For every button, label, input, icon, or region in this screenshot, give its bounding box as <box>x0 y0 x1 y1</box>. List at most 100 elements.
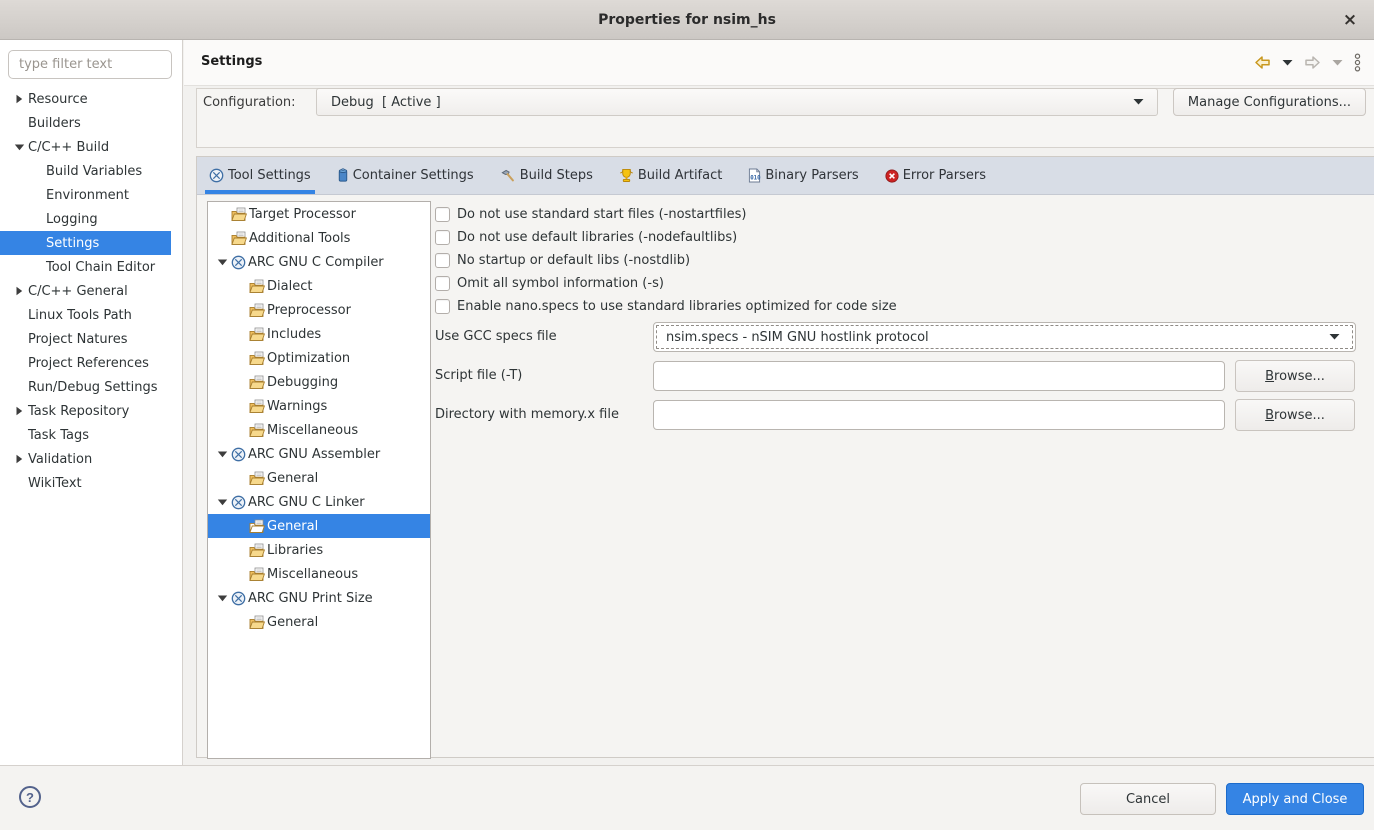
tool-tree-item-label: General <box>267 615 318 630</box>
tool-tree-item-additional-tools[interactable]: Additional Tools <box>208 226 430 250</box>
tool-tree-item-miscellaneous[interactable]: Miscellaneous <box>208 562 430 586</box>
sidebar-item-environment[interactable]: Environment <box>0 183 171 207</box>
configuration-select[interactable]: Debug [ Active ] <box>316 88 1158 116</box>
sidebar-item-validation[interactable]: Validation <box>0 447 171 471</box>
category-folder-icon <box>249 567 265 582</box>
sidebar-item-logging[interactable]: Logging <box>0 207 171 231</box>
expander-expanded-icon[interactable] <box>10 142 28 152</box>
category-folder-icon <box>249 519 265 534</box>
tool-settings-tree: Target ProcessorAdditional ToolsARC GNU … <box>207 201 431 759</box>
category-folder-icon <box>231 231 247 246</box>
tool-tree-item-libraries[interactable]: Libraries <box>208 538 430 562</box>
sidebar-item-project-natures[interactable]: Project Natures <box>0 327 171 351</box>
tab-tool-settings[interactable]: Tool Settings <box>209 157 311 194</box>
tool-tree-item-dialect[interactable]: Dialect <box>208 274 430 298</box>
sidebar-item-task-tags[interactable]: Task Tags <box>0 423 171 447</box>
manage-configurations-button[interactable]: Manage Configurations... <box>1173 88 1366 116</box>
memory-dir-browse-button[interactable]: Browse... <box>1235 399 1355 431</box>
configuration-value: Debug [ Active ] <box>317 95 1132 110</box>
tool-tree-item-includes[interactable]: Includes <box>208 322 430 346</box>
tool-tree-item-general[interactable]: General <box>208 514 430 538</box>
tool-tree-item-label: Target Processor <box>249 207 356 222</box>
configuration-section: Configuration: Debug [ Active ] Manage C… <box>196 88 1374 148</box>
option-row: Omit all symbol information (-s) <box>435 272 897 295</box>
expander-expanded-icon[interactable] <box>213 449 231 459</box>
tab-binary-parsers[interactable]: 010Binary Parsers <box>748 157 858 194</box>
tab-build-steps[interactable]: Build Steps <box>500 157 593 194</box>
checkbox-do-not-use-default-libraries-nodefaultli[interactable] <box>435 230 450 245</box>
sidebar-item-label: Build Variables <box>46 164 142 179</box>
tool-tree-item-miscellaneous[interactable]: Miscellaneous <box>208 418 430 442</box>
expander-expanded-icon[interactable] <box>213 497 231 507</box>
category-folder-icon <box>249 471 265 486</box>
back-arrow-icon[interactable] <box>1253 54 1272 71</box>
script-file-input[interactable] <box>653 361 1225 391</box>
expander-expanded-icon[interactable] <box>213 593 231 603</box>
checkbox-do-not-use-standard-start-files-nostartf[interactable] <box>435 207 450 222</box>
tool-icon <box>231 495 246 510</box>
tab-build-artifact[interactable]: Build Artifact <box>619 157 723 194</box>
sidebar-item-project-references[interactable]: Project References <box>0 351 171 375</box>
hammer-icon <box>500 168 516 183</box>
category-folder-icon <box>249 279 265 294</box>
tab-label: Build Artifact <box>638 168 723 183</box>
checkbox-label: No startup or default libs (-nostdlib) <box>457 253 690 268</box>
help-button[interactable]: ? <box>19 786 41 808</box>
sidebar-item-build-variables[interactable]: Build Variables <box>0 159 171 183</box>
sidebar-item-task-repository[interactable]: Task Repository <box>0 399 171 423</box>
tool-tree-item-optimization[interactable]: Optimization <box>208 346 430 370</box>
script-file-browse-button[interactable]: Browse... <box>1235 360 1355 392</box>
sidebar-item-label: Tool Chain Editor <box>46 260 155 275</box>
checkbox-omit-all-symbol-information-s[interactable] <box>435 276 450 291</box>
sidebar-item-c-c-build[interactable]: C/C++ Build <box>0 135 171 159</box>
tool-tree-item-label: General <box>267 519 318 534</box>
sidebar-item-settings[interactable]: Settings <box>0 231 171 255</box>
tool-tree-item-warnings[interactable]: Warnings <box>208 394 430 418</box>
expander-collapsed-icon[interactable] <box>10 94 28 104</box>
close-button[interactable]: × <box>1339 9 1361 31</box>
cancel-button[interactable]: Cancel <box>1080 783 1216 815</box>
back-history-dropdown-icon[interactable] <box>1281 58 1294 67</box>
properties-category-tree: ResourceBuildersC/C++ Build Build Variabl… <box>0 87 182 495</box>
tool-tree-item-arc-gnu-print-size[interactable]: ARC GNU Print Size <box>208 586 430 610</box>
memory-dir-label: Directory with memory.x file <box>435 400 619 430</box>
tool-tree-item-general[interactable]: General <box>208 466 430 490</box>
tool-tree-item-arc-gnu-assembler[interactable]: ARC GNU Assembler <box>208 442 430 466</box>
forward-history-dropdown-icon[interactable] <box>1331 58 1344 67</box>
checkbox-enable-nano-specs-to-use-standard-librar[interactable] <box>435 299 450 314</box>
gcc-specs-label: Use GCC specs file <box>435 322 557 352</box>
category-folder-icon <box>249 327 265 342</box>
filter-input[interactable] <box>8 50 172 79</box>
sidebar-item-wikitext[interactable]: WikiText <box>0 471 171 495</box>
tab-container-settings[interactable]: Container Settings <box>337 157 474 194</box>
artifact-icon <box>619 168 634 183</box>
expander-collapsed-icon[interactable] <box>10 406 28 416</box>
history-nav <box>1253 53 1362 72</box>
sidebar-item-linux-tools-path[interactable]: Linux Tools Path <box>0 303 171 327</box>
option-row: Do not use standard start files (-nostar… <box>435 203 897 226</box>
tool-tree-item-arc-gnu-c-compiler[interactable]: ARC GNU C Compiler <box>208 250 430 274</box>
sidebar-item-builders[interactable]: Builders <box>0 111 171 135</box>
tool-tree-item-debugging[interactable]: Debugging <box>208 370 430 394</box>
chevron-down-icon <box>1328 330 1341 345</box>
tool-tree-item-label: General <box>267 471 318 486</box>
view-menu-icon[interactable] <box>1353 53 1362 72</box>
checkbox-no-startup-or-default-libs-nostdlib[interactable] <box>435 253 450 268</box>
expander-collapsed-icon[interactable] <box>10 286 28 296</box>
tool-tree-item-general[interactable]: General <box>208 610 430 634</box>
category-folder-icon <box>249 351 265 366</box>
sidebar-item-tool-chain-editor[interactable]: Tool Chain Editor <box>0 255 171 279</box>
tool-tree-item-arc-gnu-c-linker[interactable]: ARC GNU C Linker <box>208 490 430 514</box>
gcc-specs-select[interactable]: nsim.specs - nSIM GNU hostlink protocol <box>653 322 1356 352</box>
forward-arrow-icon[interactable] <box>1303 54 1322 71</box>
expander-collapsed-icon[interactable] <box>10 454 28 464</box>
apply-and-close-button[interactable]: Apply and Close <box>1226 783 1364 815</box>
tool-tree-item-preprocessor[interactable]: Preprocessor <box>208 298 430 322</box>
expander-expanded-icon[interactable] <box>213 257 231 267</box>
sidebar-item-c-c-general[interactable]: C/C++ General <box>0 279 171 303</box>
sidebar-item-run-debug-settings[interactable]: Run/Debug Settings <box>0 375 171 399</box>
tool-tree-item-target-processor[interactable]: Target Processor <box>208 202 430 226</box>
memory-dir-input[interactable] <box>653 400 1225 430</box>
sidebar-item-resource[interactable]: Resource <box>0 87 171 111</box>
tab-error-parsers[interactable]: Error Parsers <box>885 157 986 194</box>
